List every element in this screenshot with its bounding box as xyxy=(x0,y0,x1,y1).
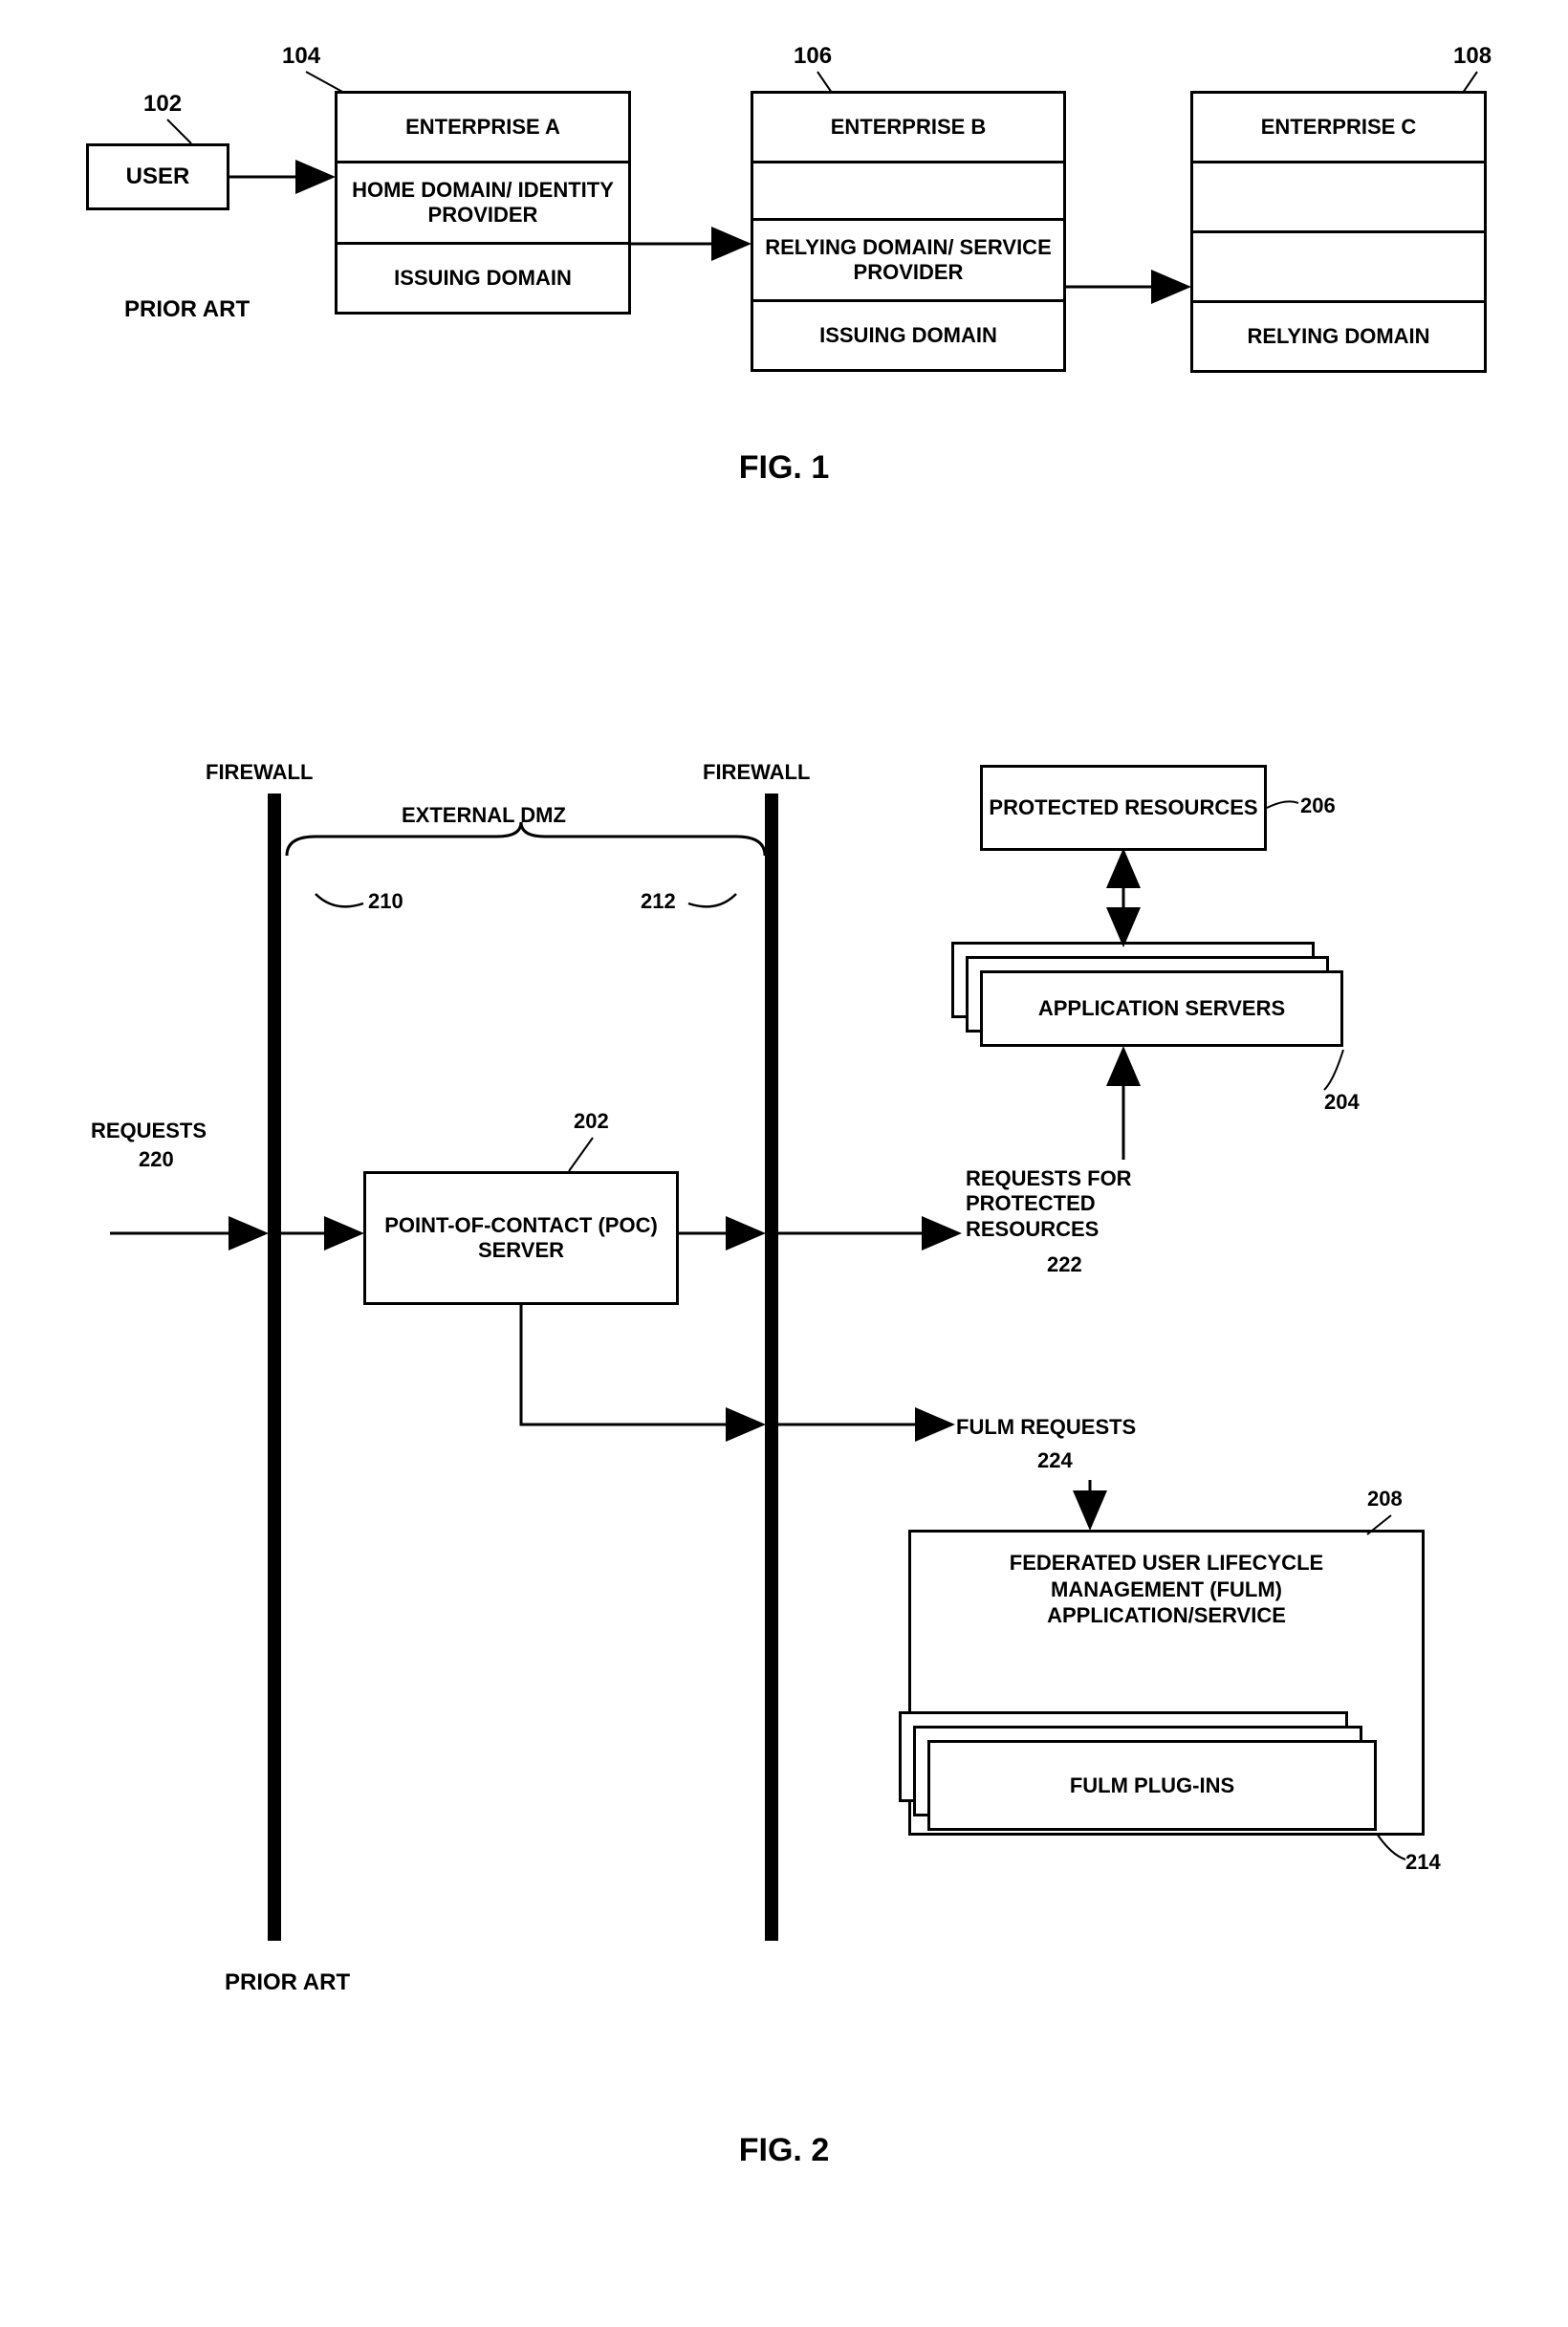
poc-box: POINT-OF-CONTACT (POC) SERVER xyxy=(363,1171,679,1305)
firewall-right-label: FIREWALL xyxy=(703,760,810,785)
entC-row2 xyxy=(1193,230,1484,300)
ref-108: 108 xyxy=(1453,43,1492,70)
protected-label: PROTECTED RESOURCES xyxy=(989,795,1257,820)
ref-104: 104 xyxy=(282,43,320,70)
plugins-box: FULM PLUG-INS xyxy=(927,1740,1377,1831)
ref-208: 208 xyxy=(1367,1487,1403,1511)
enterprise-a: ENTERPRISE A HOME DOMAIN/ IDENTITY PROVI… xyxy=(335,91,631,315)
firewall-bar-left xyxy=(268,794,281,1941)
entC-row0: ENTERPRISE C xyxy=(1193,94,1484,161)
ref-106: 106 xyxy=(794,43,832,70)
app-servers-label: APPLICATION SERVERS xyxy=(1038,996,1285,1021)
entC-row3: RELYING DOMAIN xyxy=(1193,300,1484,370)
fig1-title: FIG. 1 xyxy=(0,449,1568,487)
user-box: USER xyxy=(86,143,229,210)
page: USER 102 ENTERPRISE A HOME DOMAIN/ IDENT… xyxy=(0,0,1568,2327)
entB-row2: RELYING DOMAIN/ SERVICE PROVIDER xyxy=(753,218,1063,299)
fulm-req-label: FULM REQUESTS xyxy=(956,1415,1136,1440)
fig1-prior-art: PRIOR ART xyxy=(124,296,250,323)
fig2-prior-art: PRIOR ART xyxy=(225,1969,350,1996)
plugins-label: FULM PLUG-INS xyxy=(1070,1773,1234,1798)
poc-label: POINT-OF-CONTACT (POC) SERVER xyxy=(376,1213,666,1263)
entC-row1 xyxy=(1193,161,1484,230)
entA-row1: HOME DOMAIN/ IDENTITY PROVIDER xyxy=(338,161,628,242)
ref-222: 222 xyxy=(1047,1252,1082,1277)
ref-102: 102 xyxy=(143,91,182,118)
ref-210: 210 xyxy=(368,889,403,914)
entB-row1 xyxy=(753,161,1063,218)
enterprise-b: ENTERPRISE B RELYING DOMAIN/ SERVICE PRO… xyxy=(751,91,1066,372)
dmz-label: EXTERNAL DMZ xyxy=(402,803,566,828)
req-protected-label: REQUESTS FOR PROTECTED RESOURCES xyxy=(966,1166,1233,1242)
ref-202: 202 xyxy=(574,1109,609,1134)
ref-214: 214 xyxy=(1405,1850,1441,1875)
protected-resources: PROTECTED RESOURCES xyxy=(980,765,1267,851)
app-servers: APPLICATION SERVERS xyxy=(980,970,1343,1047)
user-label: USER xyxy=(126,163,190,190)
firewall-bar-right xyxy=(765,794,778,1941)
entA-row0: ENTERPRISE A xyxy=(338,94,628,161)
ref-220: 220 xyxy=(139,1147,174,1172)
fig2-title: FIG. 2 xyxy=(0,2132,1568,2169)
fulm-label: FEDERATED USER LIFECYCLE MANAGEMENT (FUL… xyxy=(911,1533,1422,1629)
ref-204: 204 xyxy=(1324,1090,1360,1115)
entA-row2: ISSUING DOMAIN xyxy=(338,242,628,312)
enterprise-c: ENTERPRISE C RELYING DOMAIN xyxy=(1190,91,1487,373)
firewall-left-label: FIREWALL xyxy=(206,760,313,785)
entB-row0: ENTERPRISE B xyxy=(753,94,1063,161)
requests-label: REQUESTS xyxy=(91,1119,207,1143)
ref-206: 206 xyxy=(1300,794,1336,818)
ref-224: 224 xyxy=(1037,1448,1073,1473)
ref-212: 212 xyxy=(641,889,676,914)
entB-row3: ISSUING DOMAIN xyxy=(753,299,1063,369)
